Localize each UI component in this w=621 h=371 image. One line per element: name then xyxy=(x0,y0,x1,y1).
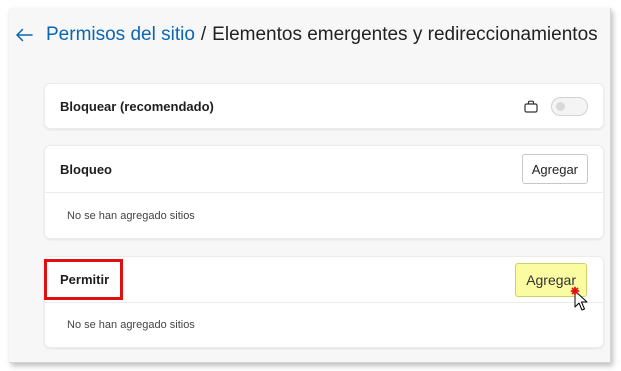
breadcrumb-separator: / xyxy=(200,24,207,45)
block-setting-controls xyxy=(524,96,588,116)
bloqueo-add-button[interactable]: Agregar xyxy=(521,154,588,184)
permitir-empty-text: No se han agregado sitios xyxy=(67,319,195,331)
block-setting-card: Bloquear (recomendado) xyxy=(45,84,603,128)
mouse-pointer-icon xyxy=(570,286,588,311)
page-title: Elementos emergentes y redireccionamient… xyxy=(212,24,598,45)
bloqueo-title: Bloqueo xyxy=(60,161,112,177)
block-toggle[interactable] xyxy=(551,96,588,116)
toggle-knob xyxy=(556,101,565,111)
bloqueo-empty-text: No se han agregado sitios xyxy=(67,209,195,222)
arrow-left-icon xyxy=(16,28,33,42)
briefcase-icon xyxy=(524,100,538,113)
permitir-title: Permitir xyxy=(60,272,110,287)
click-marker-icon xyxy=(570,286,580,296)
settings-window: Permisos del sitio / Elementos emergente… xyxy=(9,8,611,363)
back-button[interactable] xyxy=(11,22,37,48)
permitir-card: Permitir Agregar No se han agregado siti… xyxy=(45,257,603,347)
bloqueo-card: Bloqueo Agregar No se han agregado sitio… xyxy=(45,146,603,238)
breadcrumb-site-permissions-link[interactable]: Permisos del sitio xyxy=(46,24,195,46)
block-setting-label: Bloquear (recomendado) xyxy=(60,98,214,114)
page-header: Permisos del sitio / Elementos emergente… xyxy=(9,20,598,50)
